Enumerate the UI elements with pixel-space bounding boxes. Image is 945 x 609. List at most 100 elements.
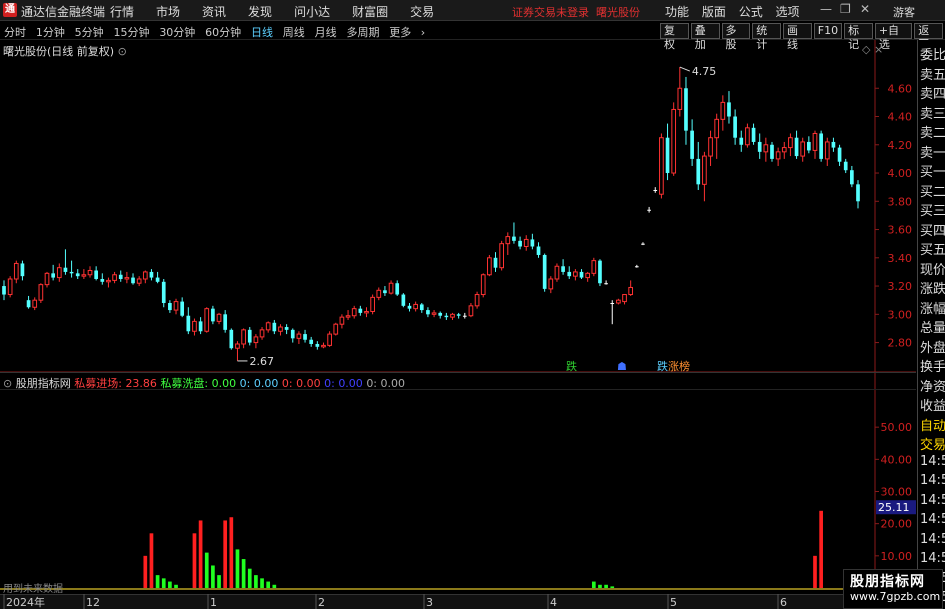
period-tab[interactable]: 多周期	[346, 26, 379, 39]
candle	[13, 260, 19, 284]
price-tick-label: 3.80	[888, 195, 913, 208]
menu-ask[interactable]: 问小达	[294, 3, 330, 20]
candle-body	[327, 333, 332, 346]
price-tick-label: 3.40	[888, 252, 913, 265]
candle-body	[431, 312, 437, 315]
candle	[247, 327, 252, 346]
period-tab[interactable]: 60分钟	[205, 26, 241, 39]
indicator-bar	[598, 584, 602, 588]
multi-stock-button[interactable]: 多股	[721, 23, 751, 51]
candle-body	[505, 236, 511, 245]
candle-body	[106, 279, 111, 283]
login-notice[interactable]: 证券交易未登录 曙光股份	[512, 4, 640, 20]
period-tab-daily[interactable]: 日线	[251, 26, 273, 39]
restore-icon[interactable]: ❐	[840, 2, 851, 16]
candle-body	[714, 118, 720, 139]
candle	[702, 151, 707, 202]
candle	[733, 109, 737, 145]
candle	[690, 119, 694, 166]
menu-layout[interactable]: 版面	[702, 5, 726, 19]
candle-body	[51, 273, 55, 278]
candle-body	[401, 294, 406, 306]
indicator-header: ⊙ 股朋指标网 私募进场: 23.86 私募洗盘: 0.00 0: 0.00 0…	[3, 375, 405, 391]
candle	[659, 133, 664, 199]
indicator-name[interactable]: 股朋指标网	[16, 377, 71, 390]
candle-body	[284, 327, 289, 330]
candle	[518, 236, 522, 250]
draw-button[interactable]: 画线	[783, 23, 812, 51]
candle-body	[456, 314, 461, 316]
f10-button[interactable]: F10	[813, 23, 843, 39]
candle	[794, 130, 799, 159]
candle-body	[223, 314, 228, 330]
candle-body	[659, 137, 664, 195]
candle-body	[180, 301, 185, 316]
watermark-url: www.7gpzb.com	[850, 590, 941, 603]
close-icon[interactable]: ✕	[860, 2, 870, 16]
candle-body	[358, 308, 363, 313]
candle-body	[647, 209, 651, 211]
add-watchlist-button[interactable]: +自选	[874, 23, 913, 51]
menu-quotes[interactable]: 行情	[110, 3, 134, 20]
candle	[32, 297, 38, 311]
candle-body	[499, 243, 504, 269]
candle	[345, 310, 351, 320]
candle	[770, 141, 774, 162]
mark-button[interactable]: 标记	[844, 23, 873, 51]
menu-news[interactable]: 资讯	[202, 3, 226, 20]
candle	[426, 307, 430, 318]
menu-formula[interactable]: 公式	[739, 5, 763, 19]
guest-label[interactable]: 游客	[893, 4, 915, 20]
ind-tick-label: 40.00	[881, 453, 913, 466]
menu-wealth[interactable]: 财富圈	[352, 3, 388, 20]
candle	[339, 314, 345, 329]
menu-discover[interactable]: 发现	[248, 3, 272, 20]
candle-body	[339, 316, 345, 325]
side-panel-label: 买四	[920, 223, 945, 239]
candle-body	[720, 101, 726, 120]
period-tab[interactable]: 15分钟	[113, 26, 149, 39]
ind-tick-label: 30.00	[881, 486, 913, 499]
period-tab[interactable]: 周线	[283, 26, 305, 39]
candle-body	[856, 184, 860, 202]
candle	[296, 331, 302, 344]
candle-body	[763, 144, 769, 153]
ind-tick-label: 10.00	[881, 550, 913, 563]
candle	[413, 301, 418, 312]
candle-body	[487, 257, 492, 276]
stats-button[interactable]: 统计	[752, 23, 781, 51]
side-panel-label[interactable]: 自动	[920, 415, 945, 434]
candle-body	[493, 257, 498, 268]
candle-body	[321, 344, 326, 348]
period-tab[interactable]: 1分钟	[36, 26, 65, 39]
period-tab[interactable]: 分时	[4, 26, 26, 39]
candle-body	[333, 323, 339, 335]
back-button[interactable]: 返回	[914, 23, 944, 51]
candle	[499, 240, 504, 271]
candle	[333, 322, 339, 336]
period-tab-more[interactable]: 更多 ›	[389, 26, 431, 39]
kline-chart[interactable]: 4.752.67 跌 ☗ 跌涨榜 2.803.003.203.403.603.804.…	[0, 40, 916, 595]
indicator-bar	[149, 533, 154, 588]
candle	[173, 298, 179, 315]
menu-trade[interactable]: 交易	[410, 3, 434, 20]
side-panel-label[interactable]: 交易	[920, 434, 945, 453]
period-tab[interactable]: 月线	[315, 26, 337, 39]
overlay-button[interactable]: 叠加	[690, 23, 720, 51]
menu-function[interactable]: 功能	[665, 5, 689, 19]
candle-body	[757, 141, 762, 152]
candle-body	[75, 273, 80, 277]
period-tab[interactable]: 30分钟	[159, 26, 195, 39]
candle	[850, 165, 854, 188]
candle-body	[56, 267, 62, 279]
period-tab[interactable]: 5分钟	[75, 26, 104, 39]
menu-options[interactable]: 选项	[776, 5, 800, 19]
side-panel-label: 总量	[920, 321, 945, 336]
indicator-bar	[161, 578, 166, 588]
candle-body	[241, 329, 246, 345]
date-label: 5	[670, 596, 677, 609]
menu-market[interactable]: 市场	[156, 3, 180, 20]
adjust-button[interactable]: 复权	[660, 23, 689, 51]
indicator-bar	[610, 586, 615, 588]
minimize-icon[interactable]: —	[820, 2, 832, 16]
